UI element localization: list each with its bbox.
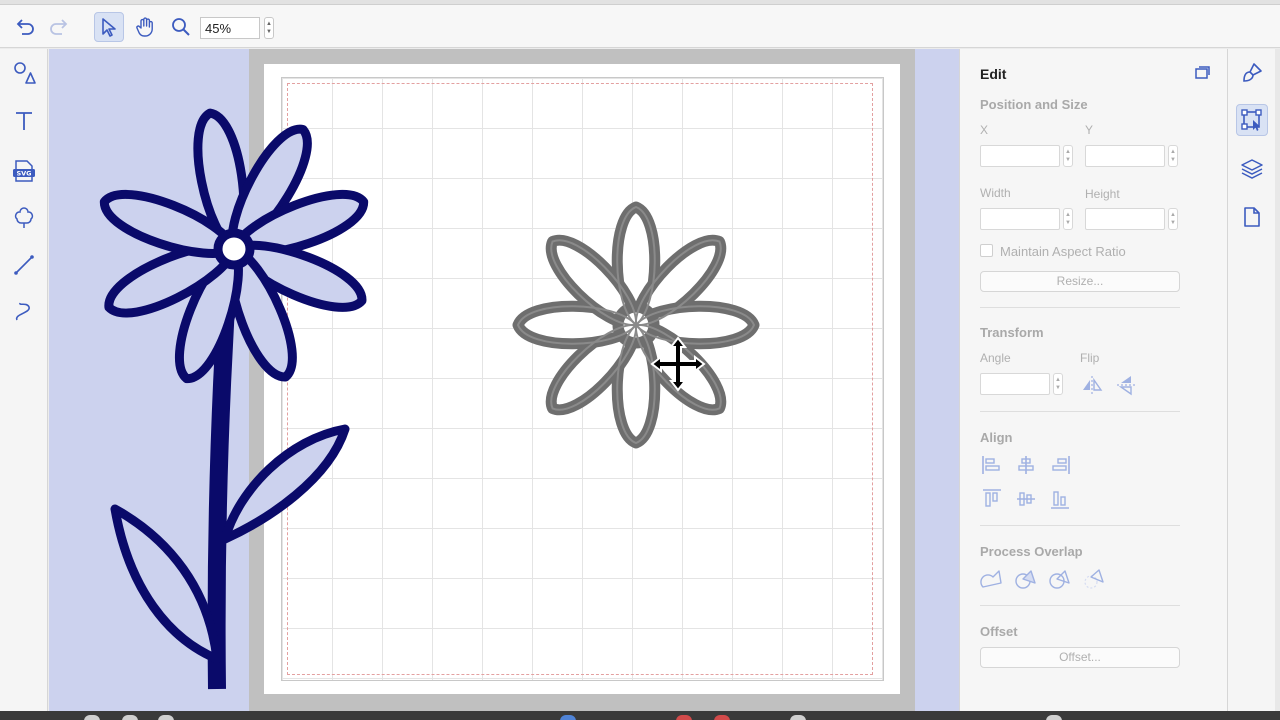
document-icon — [1244, 207, 1260, 227]
process-overlap-title: Process Overlap — [980, 544, 1083, 559]
shapes-tool[interactable] — [8, 57, 40, 89]
width-label: Width — [980, 186, 1011, 200]
line-tool[interactable] — [8, 249, 40, 281]
trace-icon — [14, 207, 34, 228]
angle-stepper[interactable]: ▲ ▼ — [1053, 373, 1063, 395]
redo-icon — [50, 19, 68, 35]
select-arrow-icon — [102, 18, 116, 37]
flip-horizontal-icon[interactable] — [1080, 373, 1104, 397]
dock-app-icon[interactable] — [560, 715, 576, 720]
left-tool-sidebar: SVG — [0, 49, 48, 711]
freehand-tool[interactable] — [8, 295, 40, 327]
x-label: X — [980, 123, 989, 137]
weld-icon[interactable] — [980, 567, 1004, 591]
dock-app-icon[interactable] — [158, 715, 174, 720]
divider — [980, 605, 1180, 606]
dock-app-icon[interactable] — [714, 715, 730, 720]
y-stepper[interactable]: ▲ ▼ — [1168, 145, 1178, 167]
zoom-input[interactable]: 45% — [200, 17, 260, 39]
pan-tool-button[interactable] — [130, 12, 160, 42]
hand-pan-icon — [136, 17, 153, 37]
align-right-icon[interactable] — [1048, 453, 1072, 477]
style-panel-button[interactable] — [1236, 57, 1268, 89]
canvas-artwork — [49, 49, 959, 690]
edit-panel: Edit Position and Size X Y ▲ ▼ ▲ ▼ Width H… — [959, 49, 1227, 711]
subtract-icon[interactable] — [1014, 567, 1038, 591]
flip-label: Flip — [1080, 351, 1100, 365]
redo-button[interactable] — [44, 12, 74, 42]
divider — [980, 525, 1180, 526]
trace-tool[interactable] — [8, 201, 40, 233]
divider — [980, 411, 1180, 412]
edit-panel-button[interactable] — [1236, 104, 1268, 136]
height-stepper[interactable]: ▲ ▼ — [1168, 208, 1178, 230]
width-stepper[interactable]: ▲ ▼ — [1063, 208, 1073, 230]
layers-icon — [1241, 159, 1263, 179]
dock-app-icon[interactable] — [790, 715, 806, 720]
maintain-aspect-label: Maintain Aspect Ratio — [1000, 244, 1126, 259]
zoom-stepper[interactable]: ▲ ▼ — [264, 17, 274, 39]
height-field[interactable] — [1085, 208, 1165, 230]
right-panel-strip — [1227, 49, 1275, 711]
line-icon — [14, 255, 34, 275]
document-panel-button[interactable] — [1236, 201, 1268, 233]
flip-vertical-icon[interactable] — [1114, 373, 1138, 397]
freehand-icon — [15, 302, 30, 321]
panel-popout-icon[interactable] — [1194, 65, 1210, 81]
zoom-magnifier-icon — [172, 18, 190, 36]
height-label: Height — [1085, 187, 1120, 201]
align-center-icon[interactable] — [1014, 453, 1038, 477]
divider — [980, 307, 1180, 308]
window-edge — [1275, 49, 1280, 711]
undo-button[interactable] — [10, 12, 40, 42]
select-tool-button[interactable] — [94, 12, 124, 42]
edit-panel-title: Edit — [980, 66, 1007, 82]
divide-icon[interactable] — [1082, 567, 1106, 591]
paintbrush-icon — [1243, 63, 1262, 82]
align-middle-icon[interactable] — [1014, 487, 1038, 511]
y-field[interactable] — [1085, 145, 1165, 167]
dock-app-icon[interactable] — [84, 715, 100, 720]
dock-app-icon[interactable] — [1046, 715, 1062, 720]
text-icon — [16, 112, 32, 130]
align-bottom-icon[interactable] — [1048, 487, 1072, 511]
angle-field[interactable] — [980, 373, 1050, 395]
shapes-icon — [14, 62, 36, 84]
position-size-title: Position and Size — [980, 97, 1088, 112]
offset-title: Offset — [980, 624, 1018, 639]
transform-title: Transform — [980, 325, 1044, 340]
align-left-icon[interactable] — [980, 453, 1004, 477]
chevron-up-icon: ▲ — [266, 21, 272, 27]
resize-button[interactable]: Resize... — [980, 271, 1180, 292]
zoom-tool-button[interactable] — [166, 12, 196, 42]
layers-panel-button[interactable] — [1236, 153, 1268, 185]
align-top-icon[interactable] — [980, 487, 1004, 511]
offset-button[interactable]: Offset... — [980, 647, 1180, 668]
blue-flower-shape[interactable] — [97, 110, 370, 690]
app-window: 45% ▲ ▼ SVG Edit Position and Size X Y ▲… — [0, 0, 1280, 720]
svg-text:SVG: SVG — [16, 170, 31, 178]
maintain-aspect-checkbox[interactable] — [980, 244, 993, 257]
title-bar-edge — [0, 0, 1280, 5]
y-label: Y — [1085, 123, 1094, 137]
align-title: Align — [980, 430, 1013, 445]
transform-select-icon — [1241, 109, 1262, 131]
chevron-down-icon: ▼ — [266, 29, 272, 35]
x-stepper[interactable]: ▲ ▼ — [1063, 145, 1073, 167]
width-field[interactable] — [980, 208, 1060, 230]
x-field[interactable] — [980, 145, 1060, 167]
angle-label: Angle — [980, 351, 1011, 365]
system-dock — [0, 711, 1280, 720]
dock-app-icon[interactable] — [676, 715, 692, 720]
text-tool[interactable] — [8, 105, 40, 137]
svg-import-tool[interactable]: SVG — [8, 155, 40, 187]
dock-app-icon[interactable] — [122, 715, 138, 720]
svg-import-icon: SVG — [13, 160, 35, 182]
top-toolbar: 45% ▲ ▼ — [0, 0, 1280, 48]
intersect-icon[interactable] — [1048, 567, 1072, 591]
undo-icon — [16, 19, 34, 35]
design-canvas[interactable] — [49, 49, 959, 711]
